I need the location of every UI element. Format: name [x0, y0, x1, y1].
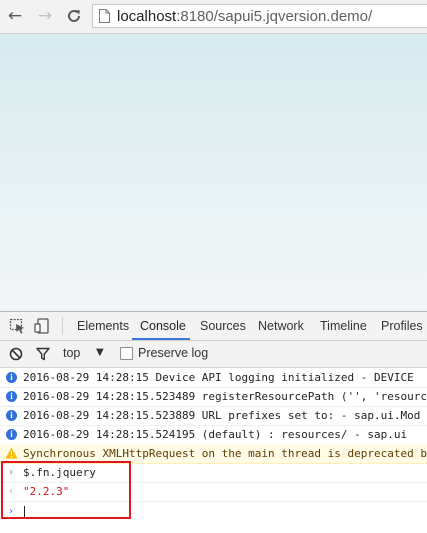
tab-network[interactable]: Network	[258, 312, 304, 340]
console-result: ‹ "2.2.3"	[0, 482, 427, 502]
preserve-log-label: Preserve log	[138, 346, 209, 360]
devtools-panel: Elements Console Sources Network Timelin…	[0, 311, 427, 533]
back-button[interactable]: ←	[4, 6, 26, 26]
active-tab-indicator	[132, 338, 190, 340]
tab-sources[interactable]: Sources	[200, 312, 246, 340]
context-selector[interactable]: top	[63, 346, 80, 360]
url-host: localhost	[117, 8, 177, 25]
info-icon: i	[6, 372, 17, 383]
clear-console-icon[interactable]	[9, 347, 23, 361]
console-message-text: 2016-08-29 14:28:15.524195 (default) : r…	[23, 428, 408, 441]
info-icon: i	[6, 410, 17, 421]
tab-elements[interactable]: Elements	[77, 312, 129, 340]
url-text: localhost:8180/sapui5.jqversion.demo/	[117, 7, 372, 26]
info-icon: i	[6, 391, 17, 402]
browser-toolbar: ← → localhost:8180/sapui5.jqversion.demo…	[0, 0, 427, 34]
url-path: :8180/sapui5.jqversion.demo/	[176, 8, 373, 25]
tab-console[interactable]: Console	[140, 312, 186, 340]
page-viewport	[0, 34, 427, 311]
console-output: i 2016-08-29 14:28:15 Device API logging…	[0, 368, 427, 533]
chevron-left-icon: ‹	[8, 486, 15, 497]
tab-profiles[interactable]: Profiles	[381, 312, 423, 340]
console-warning: Synchronous XMLHttpRequest on the main t…	[0, 444, 427, 464]
chevron-down-icon[interactable]: ▼	[96, 347, 104, 358]
console-command-text: $.fn.jquery	[23, 466, 96, 479]
console-warning-text: Synchronous XMLHttpRequest on the main t…	[23, 447, 427, 460]
console-message-text: 2016-08-29 14:28:15.523889 URL prefixes …	[23, 409, 421, 422]
inspect-element-icon[interactable]	[9, 318, 25, 334]
reload-icon	[68, 9, 80, 22]
console-command: › $.fn.jquery	[0, 463, 427, 483]
arrow-left-icon: ←	[7, 6, 23, 26]
page-icon	[99, 9, 110, 23]
forward-button[interactable]: →	[34, 6, 56, 26]
tab-timeline[interactable]: Timeline	[320, 312, 367, 340]
console-prompt[interactable]: ›	[0, 502, 427, 521]
console-message: i 2016-08-29 14:28:15.523889 URL prefixe…	[0, 406, 427, 426]
address-bar[interactable]: localhost:8180/sapui5.jqversion.demo/	[92, 4, 427, 28]
console-message: i 2016-08-29 14:28:15.524195 (default) :…	[0, 425, 427, 445]
preserve-log-checkbox[interactable]	[120, 347, 133, 360]
console-result-value: "2.2.3"	[23, 485, 70, 498]
reload-button[interactable]	[63, 6, 85, 26]
toolbar-divider	[62, 317, 63, 335]
warning-icon	[5, 447, 18, 459]
console-message-text: 2016-08-29 14:28:15.523489 registerResou…	[23, 390, 427, 403]
console-message-text: 2016-08-29 14:28:15 Device API logging i…	[23, 371, 414, 384]
filter-icon[interactable]	[36, 347, 50, 361]
console-filter-bar: top ▼ Preserve log	[0, 341, 427, 368]
console-message: i 2016-08-29 14:28:15 Device API logging…	[0, 368, 427, 388]
prompt-icon: ›	[8, 506, 15, 517]
text-cursor	[24, 506, 25, 518]
device-mode-icon[interactable]	[34, 318, 50, 334]
devtools-tab-bar: Elements Console Sources Network Timelin…	[0, 312, 427, 341]
info-icon: i	[6, 429, 17, 440]
chevron-right-icon: ›	[8, 467, 15, 478]
arrow-right-icon: →	[37, 6, 53, 26]
console-message: i 2016-08-29 14:28:15.523489 registerRes…	[0, 387, 427, 407]
